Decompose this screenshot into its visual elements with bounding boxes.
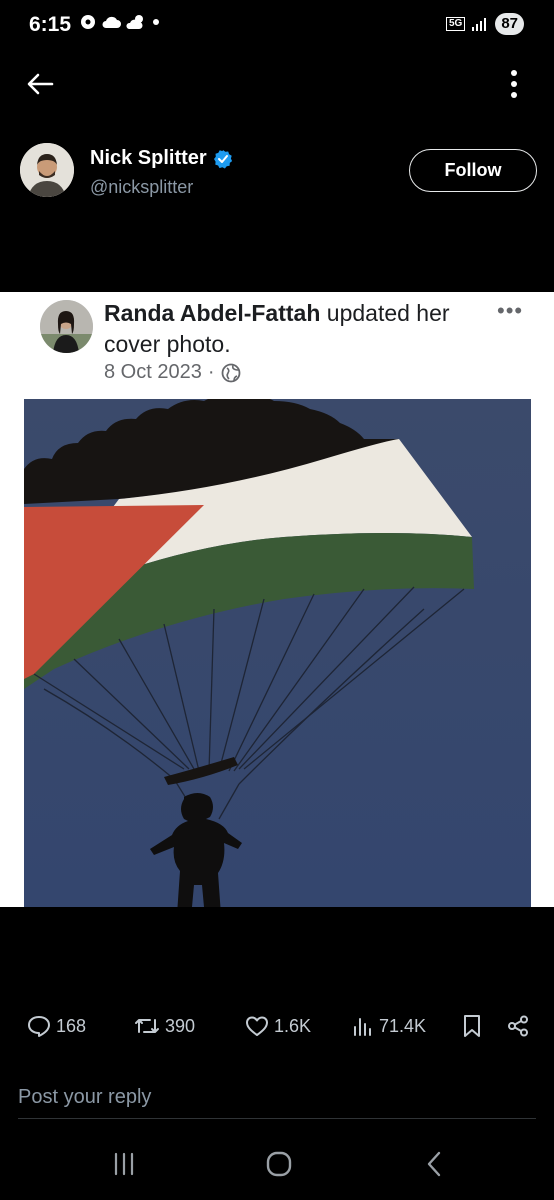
embed-poster-avatar <box>40 300 93 353</box>
reply-input[interactable] <box>18 1078 536 1116</box>
back-icon <box>427 1151 441 1177</box>
network-5g-label: 5G <box>445 17 466 31</box>
status-notification-icons <box>80 14 161 30</box>
views-count: 71.4K <box>379 1015 427 1036</box>
recents-button[interactable] <box>94 1146 154 1182</box>
follow-button[interactable]: Follow <box>409 149 537 192</box>
reply-icon <box>28 1016 50 1037</box>
embedded-image[interactable]: Randa Abdel-Fattah updated her cover pho… <box>0 292 554 907</box>
reply-count: 168 <box>56 1015 87 1036</box>
action-bar: 168 390 1.6K 71.4K <box>0 1008 554 1044</box>
reply-button[interactable]: 168 <box>27 1008 86 1044</box>
embed-poster-avatar-image <box>40 300 93 353</box>
bookmark-icon <box>464 1015 480 1037</box>
share-icon <box>508 1015 528 1037</box>
more-vertical-icon <box>511 70 517 98</box>
repost-icon <box>135 1019 159 1033</box>
embed-date-row: 8 Oct 2023 · <box>104 361 241 384</box>
back-arrow-icon <box>27 73 54 95</box>
like-icon <box>246 1016 268 1036</box>
author-name-row: Nick Splitter <box>90 147 233 170</box>
repost-count: 390 <box>165 1015 196 1036</box>
battery-level: 87 <box>495 13 524 35</box>
repost-button[interactable]: 390 <box>134 1008 195 1044</box>
globe-icon <box>221 363 240 382</box>
home-button[interactable] <box>249 1146 309 1182</box>
embed-date: 8 Oct 2023 <box>104 361 202 383</box>
back-button[interactable] <box>22 66 58 102</box>
views-button[interactable]: 71.4K <box>352 1008 426 1044</box>
more-options-button[interactable] <box>500 64 528 104</box>
signal-icon <box>472 18 487 31</box>
views-icon <box>354 1018 371 1036</box>
soccer-ball-icon <box>81 15 95 29</box>
like-button[interactable]: 1.6K <box>245 1008 311 1044</box>
embed-post-text: Randa Abdel-Fattah updated her cover pho… <box>104 298 484 360</box>
embed-poster-name: Randa Abdel-Fattah <box>104 300 321 326</box>
verified-badge-icon <box>213 149 232 168</box>
author-handle[interactable]: @nicksplitter <box>90 177 193 198</box>
bookmark-button[interactable] <box>462 1008 482 1044</box>
status-time: 6:15 <box>29 13 72 36</box>
partly-cloudy-icon <box>126 15 143 29</box>
dot-icon <box>153 19 159 25</box>
recents-icon <box>114 1152 134 1176</box>
system-back-button[interactable] <box>404 1146 464 1182</box>
cloud-icon <box>102 16 121 28</box>
status-system-icons: 5G 87 <box>445 13 524 35</box>
cover-photo <box>24 399 531 907</box>
author-avatar-image <box>20 143 74 197</box>
like-count: 1.6K <box>274 1015 312 1036</box>
author-avatar[interactable] <box>20 143 74 197</box>
share-button[interactable] <box>507 1008 529 1044</box>
embed-separator: · <box>207 361 215 383</box>
reply-divider <box>18 1118 536 1119</box>
author-name[interactable]: Nick Splitter <box>90 147 207 170</box>
status-bar: 6:15 5G 87 <box>0 0 554 52</box>
home-icon <box>266 1151 292 1177</box>
embed-more-icon: ••• <box>497 298 524 323</box>
